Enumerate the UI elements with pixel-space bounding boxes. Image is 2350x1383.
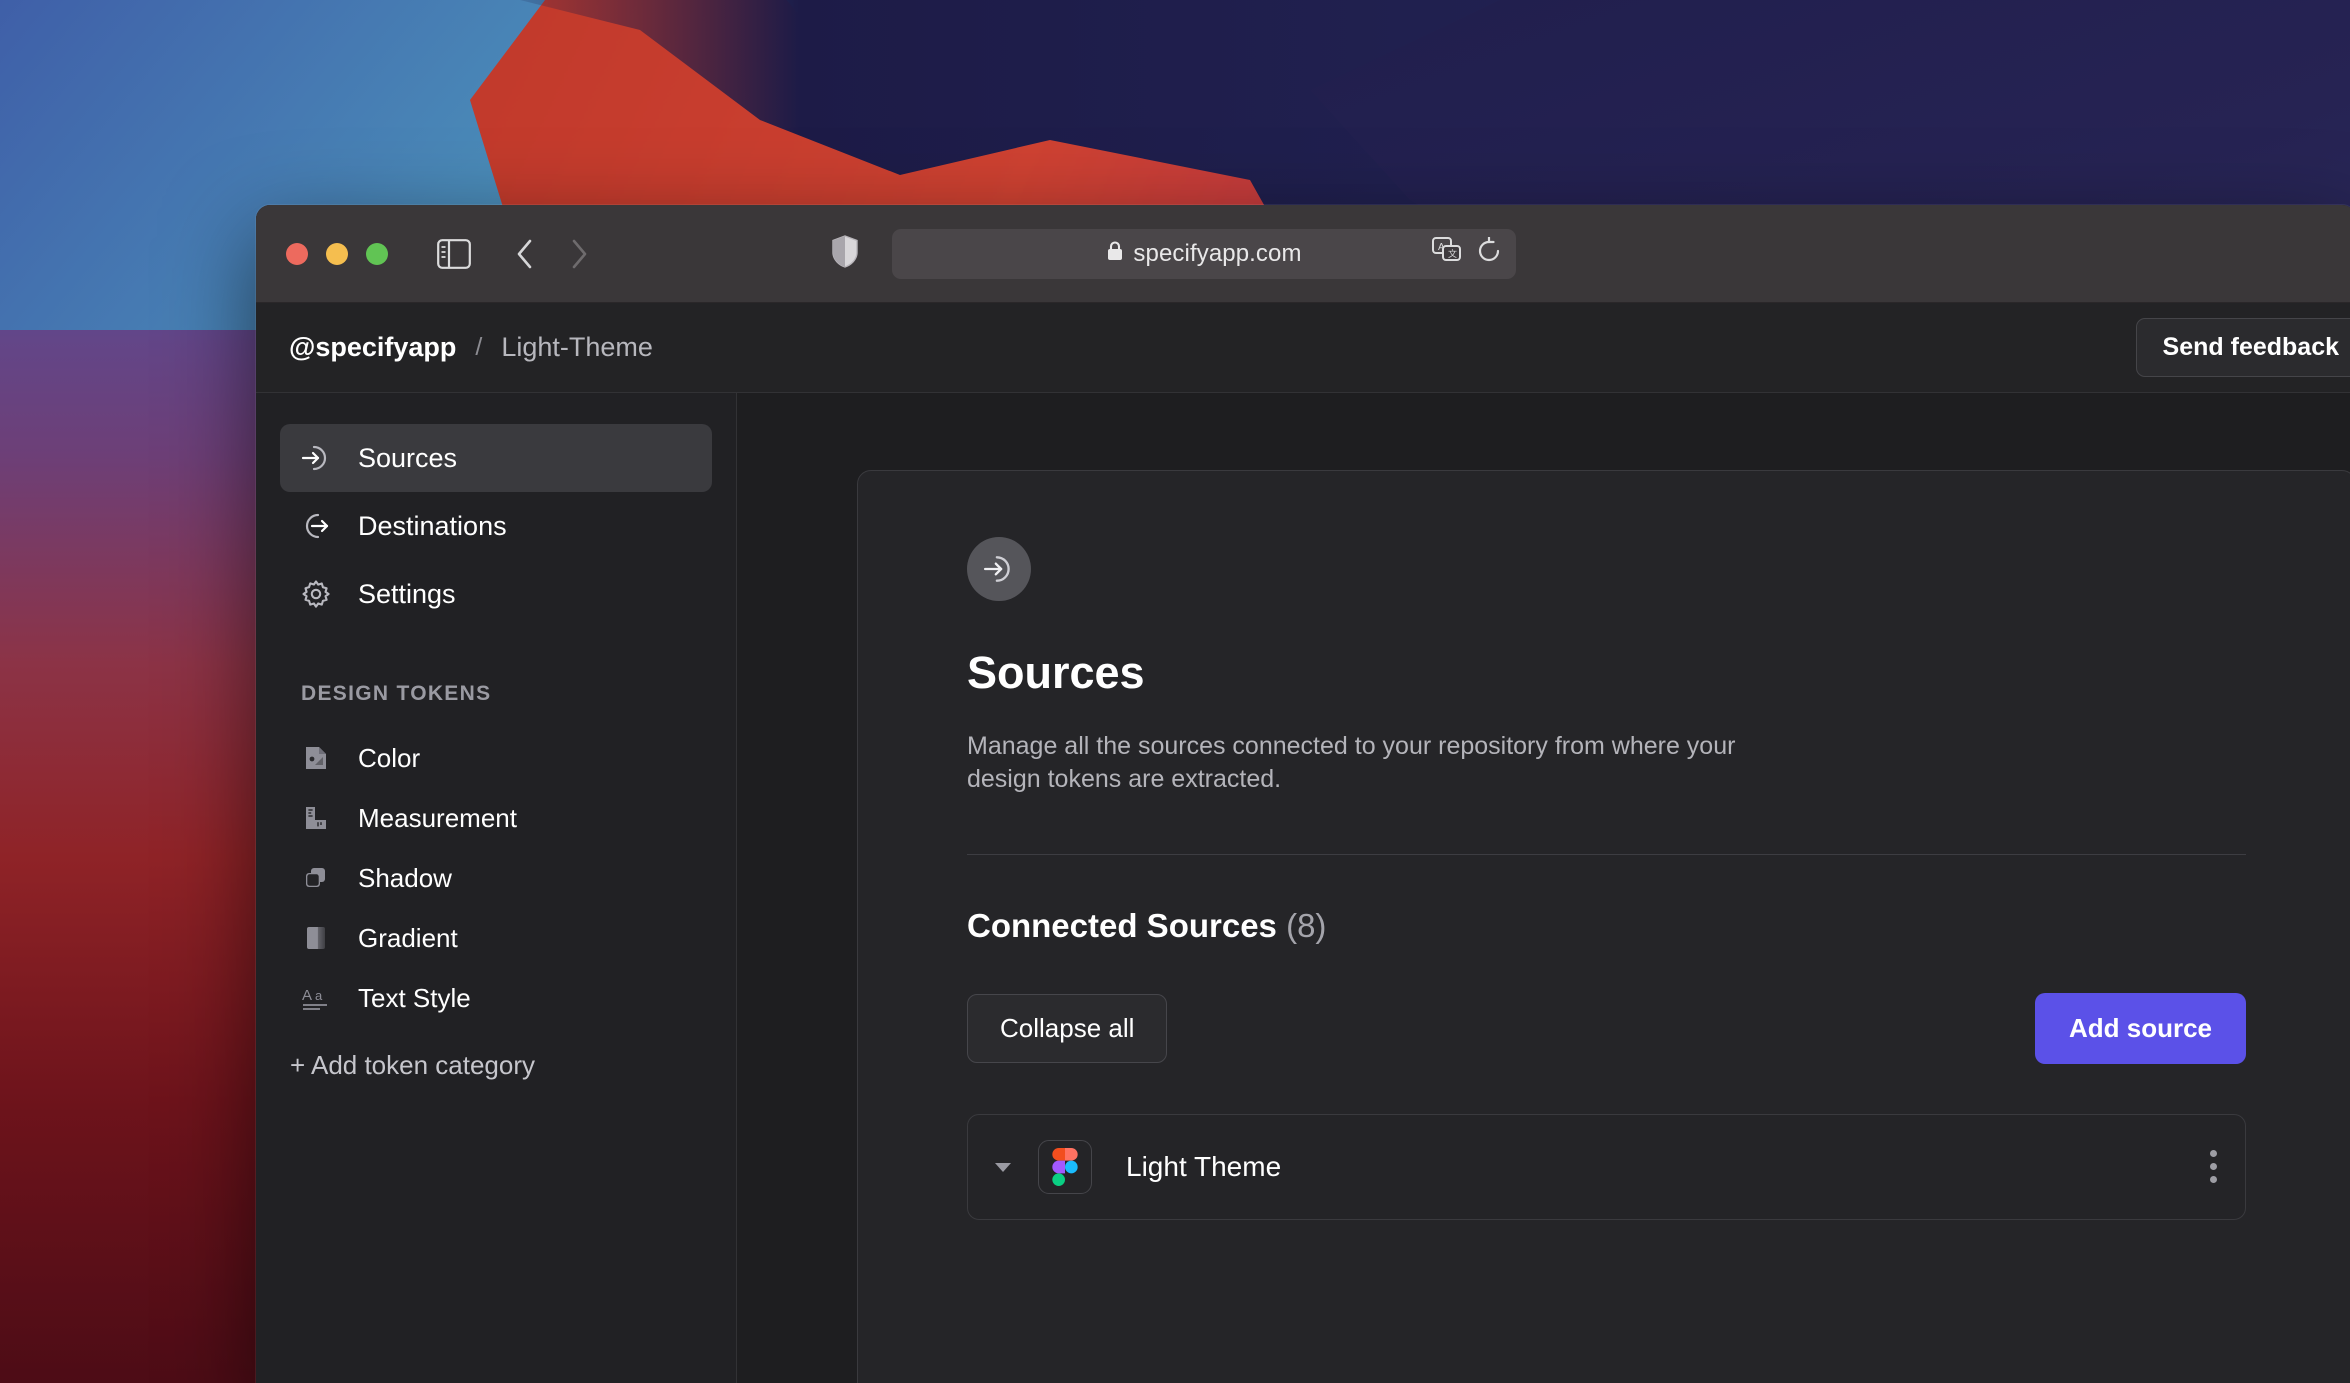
svg-text:A: A bbox=[302, 987, 312, 1004]
page-description: Manage all the sources connected to your… bbox=[967, 732, 1736, 794]
text-style-icon: A a bbox=[301, 983, 331, 1013]
address-bar-actions: A 文 bbox=[1432, 236, 1502, 270]
safari-browser-window: specifyapp.com A 文 @specifyapp / Light-T… bbox=[256, 205, 2350, 1383]
breadcrumb: @specifyapp / Light-Theme bbox=[289, 332, 653, 363]
sidebar-item-color[interactable]: Color bbox=[280, 728, 712, 788]
sidebar-section-label: DESIGN TOKENS bbox=[301, 682, 492, 705]
sidebar-item-label: Gradient bbox=[358, 922, 458, 953]
browser-navigation bbox=[511, 237, 593, 271]
maximize-window-button[interactable] bbox=[366, 242, 388, 265]
sources-arrow-in-icon bbox=[967, 537, 1031, 601]
browser-toolbar: specifyapp.com A 文 bbox=[256, 205, 2350, 303]
sources-arrow-in-icon bbox=[301, 443, 331, 473]
source-list: Light Theme bbox=[967, 1113, 2246, 1220]
figma-logo-icon bbox=[1038, 1139, 1092, 1194]
ruler-icon bbox=[301, 803, 331, 833]
sidebar-item-sources[interactable]: Sources bbox=[280, 424, 712, 492]
sources-actions: Collapse all Add source bbox=[967, 992, 2246, 1064]
close-window-button[interactable] bbox=[286, 242, 308, 265]
color-swatch-icon bbox=[301, 743, 331, 773]
breadcrumb-project[interactable]: Light-Theme bbox=[501, 332, 653, 363]
sidebar-item-label: Destinations bbox=[358, 510, 507, 541]
app-header: @specifyapp / Light-Theme Send feedback bbox=[256, 303, 2350, 393]
sidebar-item-gradient[interactable]: Gradient bbox=[280, 908, 712, 968]
app-body: Sources Destinations Settings DESIGN TOK… bbox=[256, 393, 2350, 1383]
privacy-shield-icon[interactable] bbox=[831, 234, 859, 273]
shadow-square-icon bbox=[301, 863, 331, 893]
sidebar-item-label: Color bbox=[358, 742, 421, 773]
collapse-all-button[interactable]: Collapse all bbox=[967, 993, 1168, 1063]
svg-text:文: 文 bbox=[1448, 248, 1457, 259]
sources-card: Sources Manage all the sources connected… bbox=[857, 470, 2350, 1383]
sidebar-item-label: Sources bbox=[358, 442, 458, 473]
source-row-light-theme[interactable]: Light Theme bbox=[967, 1113, 2246, 1220]
gradient-icon bbox=[301, 923, 331, 953]
chevron-left-icon[interactable] bbox=[511, 237, 539, 271]
breadcrumb-org[interactable]: @specifyapp bbox=[289, 332, 456, 363]
add-token-category-button[interactable]: + Add token category bbox=[280, 1050, 712, 1081]
sidebar-toggle-icon[interactable] bbox=[437, 238, 471, 269]
gear-icon bbox=[301, 579, 331, 609]
page-title: Sources bbox=[967, 647, 1145, 698]
sidebar: Sources Destinations Settings DESIGN TOK… bbox=[256, 393, 737, 1383]
url-text: specifyapp.com bbox=[1133, 239, 1302, 267]
address-bar[interactable]: specifyapp.com A 文 bbox=[892, 228, 1516, 279]
sidebar-item-label: Measurement bbox=[358, 802, 517, 833]
translate-icon[interactable]: A 文 bbox=[1432, 237, 1462, 270]
connected-sources-label: Connected Sources bbox=[967, 906, 1277, 944]
add-source-button[interactable]: Add source bbox=[2034, 992, 2246, 1064]
send-feedback-button[interactable]: Send feedback bbox=[2135, 318, 2350, 377]
sidebar-item-shadow[interactable]: Shadow bbox=[280, 848, 712, 908]
breadcrumb-separator: / bbox=[475, 333, 483, 361]
sidebar-item-label: Text Style bbox=[358, 982, 471, 1013]
url-display: specifyapp.com bbox=[1106, 240, 1301, 268]
destinations-arrow-out-icon bbox=[301, 511, 331, 541]
window-traffic-lights bbox=[256, 242, 388, 265]
sidebar-item-destinations[interactable]: Destinations bbox=[280, 492, 712, 560]
main-content: Sources Manage all the sources connected… bbox=[737, 393, 2350, 1383]
minimize-window-button[interactable] bbox=[326, 242, 348, 265]
sidebar-item-settings[interactable]: Settings bbox=[280, 560, 712, 628]
caret-down-icon[interactable] bbox=[990, 1160, 1016, 1174]
sidebar-item-text-style[interactable]: A a Text Style bbox=[280, 968, 712, 1028]
chevron-right-icon[interactable] bbox=[565, 237, 593, 271]
sidebar-item-label: Settings bbox=[358, 578, 456, 609]
sidebar-item-measurement[interactable]: Measurement bbox=[280, 788, 712, 848]
lock-icon bbox=[1106, 240, 1124, 267]
connected-sources-heading: Connected Sources (8) bbox=[967, 907, 2246, 945]
svg-text:a: a bbox=[315, 988, 323, 1003]
connected-sources-count: (8) bbox=[1286, 906, 1327, 944]
source-name: Light Theme bbox=[1126, 1150, 1282, 1182]
sidebar-item-label: Shadow bbox=[358, 862, 452, 893]
section-divider bbox=[967, 853, 2246, 855]
kebab-menu-icon[interactable] bbox=[2210, 1150, 2217, 1183]
reload-icon[interactable] bbox=[1476, 236, 1502, 270]
